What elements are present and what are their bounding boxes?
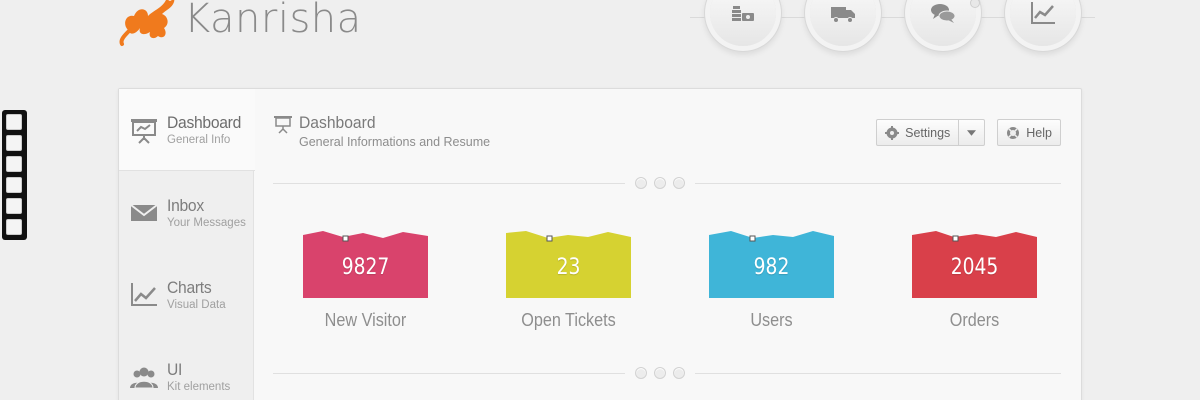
chat-bubbles-icon (931, 4, 956, 23)
stat-label: Orders (949, 310, 1000, 330)
money-stack-icon (732, 6, 754, 21)
toolbar-settings-icon[interactable] (6, 219, 22, 235)
toolbar-page-icon[interactable] (6, 177, 22, 193)
envelope-icon (130, 204, 158, 221)
sidebar-item-sublabel: Your Messages (167, 216, 246, 229)
sidebar-item-charts[interactable]: Charts Visual Data (119, 253, 254, 335)
header-actions: Settings Help (876, 119, 1061, 146)
toolbar-grid-icon[interactable] (6, 114, 22, 130)
truck-icon (831, 7, 855, 23)
stat-new-visitor[interactable]: 9827 New Visitor (303, 229, 428, 331)
stat-orders[interactable]: 2045 Orders (912, 229, 1037, 331)
stat-label: Open Tickets (521, 310, 616, 330)
divider-dots (625, 367, 695, 379)
top-nav-shipping-button[interactable] (810, 0, 876, 46)
stat-label: Users (750, 310, 793, 330)
stat-open-tickets[interactable]: 23 Open Tickets (506, 229, 631, 331)
sidebar-item-dashboard[interactable]: Dashboard General Info (119, 89, 255, 171)
gear-icon (885, 125, 900, 140)
top-nav-money-button[interactable] (710, 0, 776, 46)
help-button[interactable]: Help (997, 119, 1061, 146)
sidebar: Dashboard General Info Inbox Your Messag… (119, 89, 255, 400)
chevron-down-icon (967, 129, 977, 136)
page-subtitle: General Informations and Resume (299, 135, 491, 149)
page-title: Dashboard (299, 113, 376, 132)
salamander-logo-icon (119, 0, 175, 46)
presentation-board-icon (274, 116, 292, 134)
top-nav (710, 0, 1076, 46)
settings-button[interactable]: Settings (876, 119, 960, 146)
settings-label: Settings (905, 125, 951, 140)
sidebar-item-inbox[interactable]: Inbox Your Messages (119, 171, 254, 253)
stat-users[interactable]: 982 Users (709, 229, 834, 331)
notification-dot (970, 0, 980, 8)
toolbar-layout-icon[interactable] (6, 135, 22, 151)
sidebar-item-label: UI (167, 359, 183, 379)
presentation-board-icon (131, 118, 157, 144)
stat-value: 982 (753, 255, 790, 280)
sidebar-item-label: Charts (167, 277, 212, 297)
stat-value: 2045 (950, 255, 999, 280)
lifebuoy-icon (1007, 126, 1020, 139)
sidebar-item-label: Dashboard (167, 113, 242, 132)
settings-dropdown-button[interactable] (959, 119, 986, 146)
content-header: Dashboard General Informations and Resum… (273, 113, 490, 149)
top-nav-messages-button[interactable] (910, 0, 980, 46)
main-panel: Dashboard General Info Inbox Your Messag… (118, 88, 1082, 400)
content-area: Dashboard General Informations and Resum… (255, 89, 1081, 400)
side-toolbar (2, 110, 27, 240)
stat-label: New Visitor (324, 310, 407, 330)
stats-row: 9827 New Visitor 23 Open Tickets 982 Use… (303, 229, 1037, 331)
help-label: Help (1026, 125, 1052, 140)
sidebar-item-ui[interactable]: UI Kit elements (119, 335, 254, 400)
sidebar-item-label: Inbox (167, 195, 204, 215)
stat-value: 9827 (341, 255, 390, 280)
sidebar-item-sublabel: Visual Data (167, 298, 226, 311)
stat-value: 23 (556, 255, 581, 280)
app-name: Kanrisha (184, 0, 362, 42)
sidebar-item-sublabel: Kit elements (167, 380, 231, 393)
toolbar-close-icon[interactable] (6, 198, 22, 214)
top-nav-stats-button[interactable] (1010, 0, 1076, 46)
line-chart-icon (1031, 2, 1055, 24)
settings-split-button: Settings (876, 119, 986, 146)
app-logo[interactable]: Kanrisha (118, 0, 362, 48)
line-chart-icon (131, 283, 157, 306)
divider-dots (625, 177, 695, 189)
users-group-icon (130, 367, 158, 389)
sidebar-item-sublabel: General Info (167, 134, 231, 146)
toolbar-tool-icon[interactable] (6, 156, 22, 172)
